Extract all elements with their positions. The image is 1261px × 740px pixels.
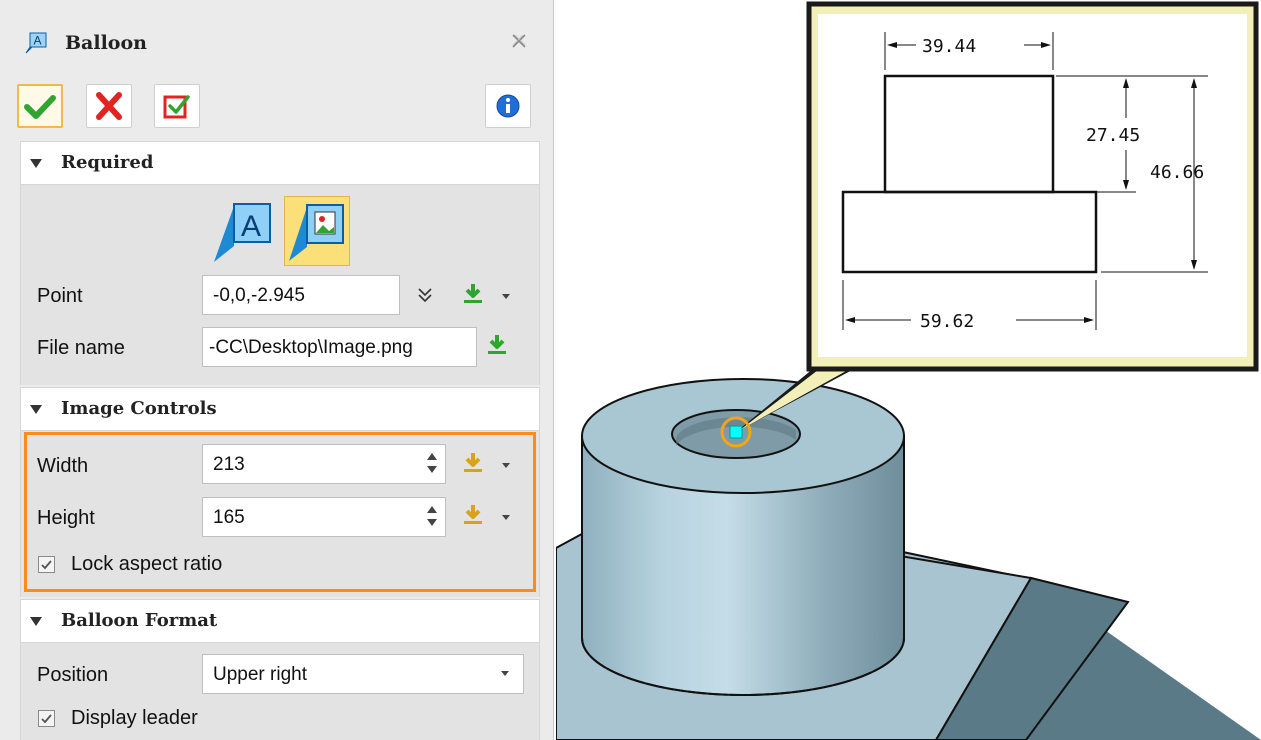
- point-value: -0,0,-2.945: [213, 285, 305, 306]
- close-icon[interactable]: [508, 30, 530, 52]
- height-menu-icon[interactable]: [502, 515, 510, 520]
- image-controls-section-header[interactable]: Image Controls: [20, 387, 540, 431]
- lock-aspect-checkbox[interactable]: [38, 556, 55, 573]
- chevron-double-down-icon[interactable]: [416, 286, 434, 304]
- dimension-label: 46.66: [1150, 162, 1204, 183]
- width-label: Width: [37, 455, 89, 477]
- checkmark-icon: [41, 560, 52, 570]
- point-input[interactable]: -0,0,-2.945: [202, 275, 400, 315]
- section-title: Required: [61, 152, 154, 173]
- checkmark-icon: [24, 95, 56, 119]
- height-spinner[interactable]: [427, 504, 437, 530]
- lock-aspect-label: Lock aspect ratio: [71, 553, 223, 575]
- help-button[interactable]: [485, 84, 531, 128]
- display-leader-checkbox[interactable]: [38, 710, 55, 727]
- text-balloon-icon: A: [214, 203, 271, 262]
- info-icon: [496, 94, 520, 118]
- balloon-dialog: A Balloon Required A Point -0,0,-2.945 F…: [0, 0, 554, 740]
- apply-button[interactable]: [154, 84, 200, 128]
- collapse-arrow-icon: [30, 617, 42, 626]
- collapse-arrow-icon: [30, 405, 42, 414]
- file-browse-icon[interactable]: [485, 333, 509, 359]
- balloon-text-icon: A: [25, 32, 47, 54]
- dialog-title-bar: A Balloon: [0, 0, 553, 84]
- file-name-input[interactable]: -CC\Desktop\Image.png: [202, 327, 477, 367]
- svg-text:A: A: [34, 34, 42, 48]
- dimension-label: 59.62: [920, 311, 974, 332]
- balloon-image: [818, 14, 1247, 357]
- width-menu-icon[interactable]: [502, 463, 510, 468]
- position-value: Upper right: [213, 664, 307, 685]
- collapse-arrow-icon: [30, 159, 42, 168]
- section-title: Balloon Format: [61, 610, 218, 631]
- model-viewport[interactable]: 39.44 27.45 46.66 59.62: [556, 0, 1261, 740]
- width-value: 213: [213, 454, 245, 475]
- checkmark-icon: [41, 714, 52, 724]
- svg-text:A: A: [241, 210, 261, 243]
- position-label: Position: [37, 664, 109, 686]
- width-options-icon[interactable]: [461, 451, 485, 477]
- image-balloon-icon: [289, 204, 344, 261]
- dialog-title: Balloon: [65, 32, 147, 54]
- height-value: 165: [213, 507, 245, 528]
- position-select[interactable]: Upper right: [202, 654, 524, 694]
- file-name-label: File name: [37, 337, 125, 359]
- cross-icon: [96, 92, 122, 120]
- spin-down-icon[interactable]: [427, 466, 437, 473]
- spin-up-icon[interactable]: [427, 506, 437, 513]
- point-label: Point: [37, 285, 83, 307]
- spin-up-icon[interactable]: [427, 453, 437, 460]
- cancel-button[interactable]: [86, 84, 132, 128]
- section-title: Image Controls: [61, 398, 217, 419]
- width-input[interactable]: 213: [202, 444, 446, 484]
- balloon-format-section-header[interactable]: Balloon Format: [20, 599, 540, 643]
- width-spinner[interactable]: [427, 451, 437, 477]
- height-options-icon[interactable]: [461, 503, 485, 529]
- point-pick-icon[interactable]: [461, 282, 485, 308]
- file-name-value: -CC\Desktop\Image.png: [209, 337, 413, 358]
- dimension-label: 39.44: [922, 36, 976, 57]
- ok-button[interactable]: [17, 84, 63, 128]
- spin-down-icon[interactable]: [427, 519, 437, 526]
- dimension-label: 27.45: [1086, 125, 1140, 146]
- image-balloon-button[interactable]: [284, 196, 350, 266]
- point-menu-icon[interactable]: [502, 294, 510, 299]
- required-section-header[interactable]: Required: [20, 141, 540, 185]
- chevron-down-icon: [501, 671, 509, 676]
- text-balloon-button[interactable]: A: [210, 196, 276, 266]
- height-input[interactable]: 165: [202, 497, 446, 537]
- apply-icon: [163, 95, 190, 119]
- selected-point: [729, 425, 743, 439]
- display-leader-label: Display leader: [71, 707, 198, 729]
- height-label: Height: [37, 507, 95, 529]
